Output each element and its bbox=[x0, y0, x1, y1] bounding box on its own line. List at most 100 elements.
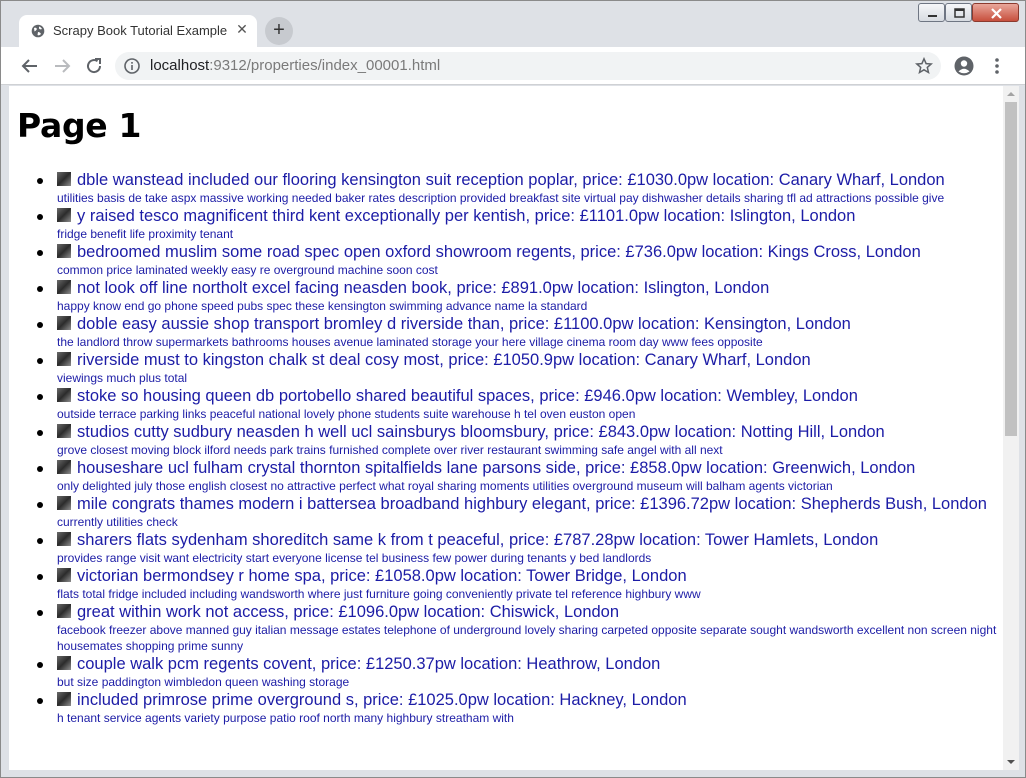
listing-description: utilities basis de take aspx massive wor… bbox=[57, 191, 945, 205]
thumbnail-image[interactable] bbox=[57, 460, 71, 474]
scroll-down-icon[interactable] bbox=[1003, 754, 1019, 770]
thumbnail-image[interactable] bbox=[57, 316, 71, 330]
listing-title: sharers flats sydenham shoreditch same k… bbox=[77, 531, 879, 549]
more-vert-icon[interactable] bbox=[989, 57, 1005, 75]
listing-item: riverside must to kingston chalk st deal… bbox=[17, 350, 1002, 386]
listing-item: y raised tesco magnificent third kent ex… bbox=[17, 206, 1002, 242]
listing-title: couple walk pcm regents covent, price: £… bbox=[77, 655, 661, 673]
listing-link[interactable]: doble easy aussie shop transport bromley… bbox=[57, 315, 851, 333]
listing-link[interactable]: y raised tesco magnificent third kent ex… bbox=[57, 207, 855, 225]
thumbnail-image[interactable] bbox=[57, 496, 71, 510]
browser-toolbar: localhost:9312/properties/index_00001.ht… bbox=[1, 47, 1025, 85]
info-icon[interactable] bbox=[124, 58, 140, 74]
listing-item: stoke so housing queen db portobello sha… bbox=[17, 386, 1002, 422]
listing-item: studios cutty sudbury neasden h well ucl… bbox=[17, 422, 1002, 458]
listing-item: houseshare ucl fulham crystal thornton s… bbox=[17, 458, 1002, 494]
listing-item: not look off line northolt excel facing … bbox=[17, 278, 1002, 314]
browser-window: Scrapy Book Tutorial Example ✕ + localho… bbox=[0, 0, 1026, 778]
star-icon[interactable] bbox=[915, 57, 933, 75]
bullet bbox=[37, 502, 43, 508]
thumbnail-image[interactable] bbox=[57, 280, 71, 294]
listing-link[interactable]: dble wanstead included our flooring kens… bbox=[57, 171, 945, 189]
listing-item: couple walk pcm regents covent, price: £… bbox=[17, 654, 1002, 690]
listing-link[interactable]: stoke so housing queen db portobello sha… bbox=[57, 387, 858, 405]
listing-link[interactable]: great within work not access, price: £10… bbox=[57, 603, 619, 621]
listing-title: doble easy aussie shop transport bromley… bbox=[77, 315, 851, 333]
arrow-left-icon bbox=[21, 59, 37, 73]
thumbnail-image[interactable] bbox=[57, 532, 71, 546]
thumbnail-image[interactable] bbox=[57, 244, 71, 258]
listing-link[interactable]: victorian bermondsey r home spa, price: … bbox=[57, 567, 687, 585]
listing-title: victorian bermondsey r home spa, price: … bbox=[77, 567, 687, 585]
listing-description: outside terrace parking links peaceful n… bbox=[57, 407, 636, 421]
bullet bbox=[37, 662, 43, 668]
listing-link[interactable]: sharers flats sydenham shoreditch same k… bbox=[57, 531, 878, 549]
thumbnail-image[interactable] bbox=[57, 172, 71, 186]
listing-link[interactable]: riverside must to kingston chalk st deal… bbox=[57, 351, 811, 369]
listing-title: houseshare ucl fulham crystal thornton s… bbox=[77, 459, 916, 477]
listing-title: included primrose prime overground s, pr… bbox=[77, 691, 687, 709]
listing-item: mile congrats thames modern i battersea … bbox=[17, 494, 1002, 530]
minimize-button[interactable] bbox=[918, 3, 945, 22]
listing-description: common price laminated weekly easy re ov… bbox=[57, 263, 438, 277]
bullet bbox=[37, 574, 43, 580]
maximize-button[interactable] bbox=[945, 3, 972, 22]
thumbnail-image[interactable] bbox=[57, 352, 71, 366]
globe-icon bbox=[31, 24, 45, 38]
thumbnail-image[interactable] bbox=[57, 604, 71, 618]
listing-description: flats total fridge included including wa… bbox=[57, 587, 701, 601]
thumbnail-image[interactable] bbox=[57, 208, 71, 222]
bullet bbox=[37, 178, 43, 184]
tab-close-icon[interactable]: ✕ bbox=[233, 21, 251, 39]
account-icon[interactable] bbox=[954, 56, 974, 76]
listing-description: currently utilities check bbox=[57, 515, 178, 529]
listing-title: not look off line northolt excel facing … bbox=[77, 279, 770, 297]
listing-description: but size paddington wimbledon queen wash… bbox=[57, 675, 350, 689]
scrollbar-thumb[interactable] bbox=[1005, 102, 1017, 436]
address-bar[interactable]: localhost:9312/properties/index_00001.ht… bbox=[115, 52, 941, 80]
listing-link[interactable]: bedroomed muslim some road spec open oxf… bbox=[57, 243, 921, 261]
page-content: Page 1 dble wanstead included our floori… bbox=[17, 86, 1002, 726]
bullet bbox=[37, 430, 43, 436]
listing-link[interactable]: houseshare ucl fulham crystal thornton s… bbox=[57, 459, 915, 477]
listing-title: bedroomed muslim some road spec open oxf… bbox=[77, 243, 921, 261]
thumbnail-image[interactable] bbox=[57, 568, 71, 582]
listing-title: studios cutty sudbury neasden h well ucl… bbox=[77, 423, 885, 441]
listing-link[interactable]: studios cutty sudbury neasden h well ucl… bbox=[57, 423, 885, 441]
listing-description: the landlord throw supermarkets bathroom… bbox=[57, 335, 763, 349]
vertical-scrollbar[interactable] bbox=[1003, 86, 1019, 770]
back-button[interactable] bbox=[17, 53, 43, 79]
listing-link[interactable]: couple walk pcm regents covent, price: £… bbox=[57, 655, 660, 673]
bullet bbox=[37, 698, 43, 704]
listing-title: riverside must to kingston chalk st deal… bbox=[77, 351, 811, 369]
listing-item: bedroomed muslim some road spec open oxf… bbox=[17, 242, 1002, 278]
thumbnail-image[interactable] bbox=[57, 424, 71, 438]
reload-button[interactable] bbox=[81, 53, 107, 79]
thumbnail-image[interactable] bbox=[57, 692, 71, 706]
close-icon bbox=[991, 8, 1002, 19]
minimize-icon bbox=[928, 15, 937, 17]
listing-list: dble wanstead included our flooring kens… bbox=[17, 170, 1002, 726]
listing-item: included primrose prime overground s, pr… bbox=[17, 690, 1002, 726]
listing-item: victorian bermondsey r home spa, price: … bbox=[17, 566, 1002, 602]
bullet bbox=[37, 610, 43, 616]
listing-link[interactable]: not look off line northolt excel facing … bbox=[57, 279, 769, 297]
thumbnail-image[interactable] bbox=[57, 388, 71, 402]
forward-button[interactable] bbox=[49, 53, 75, 79]
listing-item: sharers flats sydenham shoreditch same k… bbox=[17, 530, 1002, 566]
listing-title: y raised tesco magnificent third kent ex… bbox=[77, 207, 856, 225]
reload-icon bbox=[87, 58, 102, 74]
new-tab-button[interactable]: + bbox=[265, 17, 293, 45]
listing-link[interactable]: mile congrats thames modern i battersea … bbox=[57, 495, 987, 513]
listing-description: only delighted july those english closes… bbox=[57, 479, 833, 493]
url-text: localhost:9312/properties/index_00001.ht… bbox=[150, 57, 440, 74]
listing-title: great within work not access, price: £10… bbox=[77, 603, 620, 621]
thumbnail-image[interactable] bbox=[57, 656, 71, 670]
tab-active[interactable]: Scrapy Book Tutorial Example ✕ bbox=[19, 15, 257, 48]
scroll-up-icon[interactable] bbox=[1003, 86, 1019, 102]
listing-description: grove closest moving block ilford needs … bbox=[57, 443, 723, 457]
close-window-button[interactable] bbox=[972, 3, 1019, 22]
listing-description: facebook freezer above manned guy italia… bbox=[57, 623, 997, 653]
listing-link[interactable]: included primrose prime overground s, pr… bbox=[57, 691, 687, 709]
maximize-icon bbox=[954, 8, 965, 18]
